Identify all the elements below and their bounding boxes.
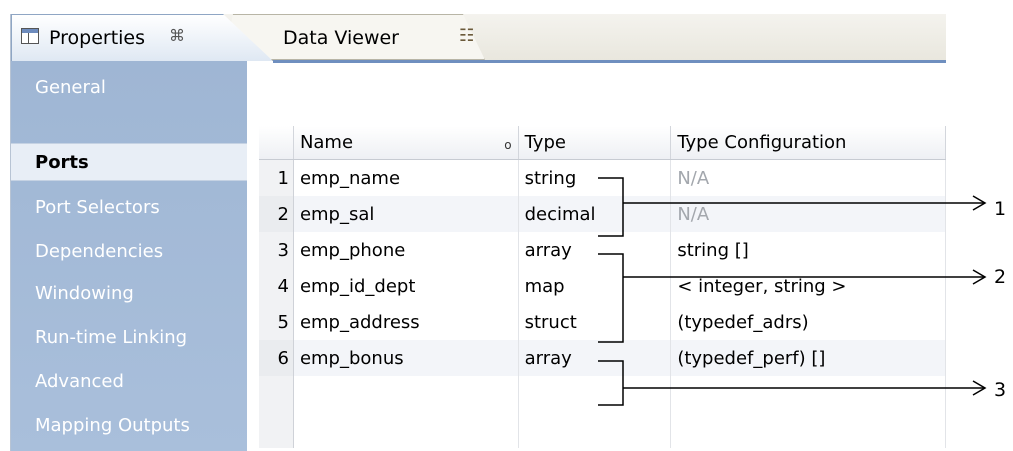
port-type[interactable]: decimal xyxy=(518,196,672,232)
sidebar: General Ports Port Selectors Dependencie… xyxy=(11,61,247,451)
port-type[interactable]: string xyxy=(518,159,672,196)
table-row[interactable]: 4 emp_id_dept map < integer, string > xyxy=(259,268,946,304)
port-type-configuration[interactable]: (typedef_perf) [] xyxy=(670,340,946,376)
row-number: 2 xyxy=(259,196,294,232)
data-viewer-icon: ☷ xyxy=(459,26,475,46)
column-header-type[interactable]: Type xyxy=(518,126,672,160)
sidebar-item-windowing[interactable]: Windowing xyxy=(11,275,247,313)
table-row[interactable]: 6 emp_bonus array (typedef_perf) [] xyxy=(259,340,946,376)
port-type[interactable]: map xyxy=(518,268,672,304)
port-type-configuration[interactable]: < integer, string > xyxy=(670,268,946,304)
sidebar-item-port-selectors[interactable]: Port Selectors xyxy=(11,189,247,227)
row-number: 1 xyxy=(259,159,294,196)
table-row-empty[interactable] xyxy=(259,412,946,448)
callout-label-3: 3 xyxy=(994,379,1007,401)
row-number: 6 xyxy=(259,340,294,376)
table-row[interactable]: 1 emp_name string N/A xyxy=(259,159,946,196)
port-name[interactable]: emp_phone xyxy=(293,232,519,268)
port-type-configuration[interactable]: N/A xyxy=(670,196,946,232)
sidebar-item-dependencies[interactable]: Dependencies xyxy=(11,233,247,271)
tab-bar: ☷ Data Viewer Properties ⌘ xyxy=(11,14,946,61)
sort-indicator-icon: o xyxy=(504,138,512,152)
port-name[interactable]: emp_name xyxy=(293,159,519,196)
sidebar-item-general[interactable]: General xyxy=(11,69,247,107)
properties-panel: ☷ Data Viewer Properties ⌘ General Ports… xyxy=(10,14,946,451)
properties-icon xyxy=(21,28,39,44)
port-type-configuration[interactable]: N/A xyxy=(670,159,946,196)
row-number: 4 xyxy=(259,268,294,304)
column-header-type-configuration[interactable]: Type Configuration xyxy=(670,126,946,160)
column-header-name[interactable]: Name o xyxy=(293,126,519,160)
callout-label-2: 2 xyxy=(994,266,1007,288)
tab-data-viewer-label: Data Viewer xyxy=(283,27,399,49)
port-type-configuration[interactable]: (typedef_adrs) xyxy=(670,304,946,340)
row-number: 5 xyxy=(259,304,294,340)
port-name[interactable]: emp_sal xyxy=(293,196,519,232)
table-row[interactable]: 2 emp_sal decimal N/A xyxy=(259,196,946,232)
port-type[interactable]: array xyxy=(518,340,672,376)
port-type-configuration[interactable]: string [] xyxy=(670,232,946,268)
sidebar-item-ports[interactable]: Ports xyxy=(11,143,247,181)
port-name[interactable]: emp_id_dept xyxy=(293,268,519,304)
row-number-header xyxy=(259,126,294,160)
close-icon[interactable]: ⌘ xyxy=(169,26,185,45)
ports-content: Name o Type Type Configuration 1 emp_name… xyxy=(247,63,946,451)
table-row[interactable]: 5 emp_address struct (typedef_adrs) xyxy=(259,304,946,340)
port-name[interactable]: emp_bonus xyxy=(293,340,519,376)
sidebar-item-advanced[interactable]: Advanced xyxy=(11,363,247,401)
sidebar-item-run-time-linking[interactable]: Run-time Linking xyxy=(11,319,247,357)
port-type[interactable]: struct xyxy=(518,304,672,340)
tab-properties-label: Properties xyxy=(49,27,146,49)
callout-label-1: 1 xyxy=(994,198,1007,220)
table-row[interactable]: 3 emp_phone array string [] xyxy=(259,232,946,268)
port-name[interactable]: emp_address xyxy=(293,304,519,340)
table-row-empty[interactable] xyxy=(259,376,946,412)
tab-properties[interactable]: Properties ⌘ xyxy=(11,14,273,61)
row-number: 3 xyxy=(259,232,294,268)
ports-table: Name o Type Type Configuration 1 emp_name… xyxy=(259,126,946,448)
port-type[interactable]: array xyxy=(518,232,672,268)
sidebar-item-mapping-outputs[interactable]: Mapping Outputs xyxy=(11,407,247,445)
